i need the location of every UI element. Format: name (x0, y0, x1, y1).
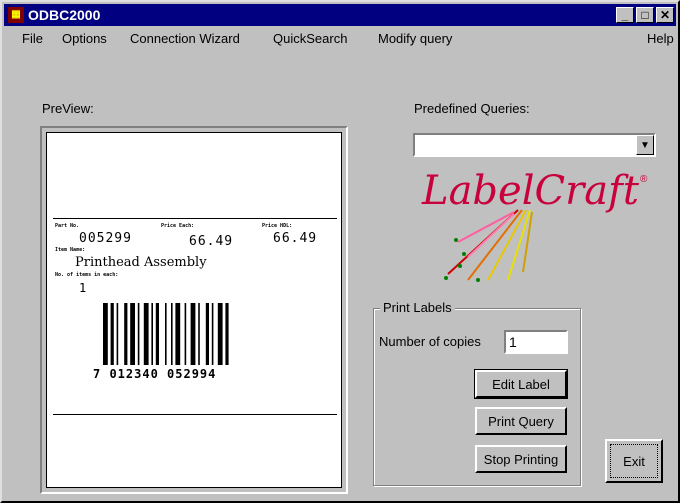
menu-connection-wizard[interactable]: Connection Wizard (130, 31, 240, 46)
main-window: ▦ ODBC2000 _ □ ✕ File Options Connection… (0, 0, 680, 503)
edit-label-button[interactable]: Edit Label (474, 369, 568, 399)
barcode-bar (151, 303, 153, 365)
barcode-bar (103, 303, 108, 365)
menu-file[interactable]: File (22, 31, 43, 46)
close-button[interactable]: ✕ (656, 7, 674, 23)
barcode-bar (165, 303, 167, 365)
exit-button[interactable]: Exit (605, 439, 663, 483)
logo-ray (467, 209, 523, 281)
logo-dot (462, 252, 466, 256)
barcode-bar (137, 303, 140, 365)
print-labels-title: Print Labels (380, 300, 455, 315)
print-query-button[interactable]: Print Query (475, 407, 567, 435)
price-hdl-value: 66.49 (273, 231, 318, 246)
item-name-value: Printhead Assembly (75, 255, 207, 270)
preview-canvas: Part No. Price Each: Price HDL: 005299 6… (46, 132, 342, 488)
preview-panel: Part No. Price Each: Price HDL: 005299 6… (40, 126, 348, 494)
close-icon: ✕ (659, 8, 671, 22)
predefined-queries-select[interactable]: ▼ (413, 133, 656, 157)
barcode-bar (124, 303, 128, 365)
barcode-bar (205, 303, 209, 365)
copies-input[interactable]: 1 (504, 330, 568, 354)
menu-help[interactable]: Help (647, 31, 674, 46)
barcode-bar (198, 303, 200, 365)
barcode-text: 7 012340 052994 (93, 367, 217, 381)
minimize-button[interactable]: _ (616, 7, 634, 23)
no-items-title: No. of items in each: (55, 272, 119, 278)
labelcraft-logo: LabelCraft ® (421, 168, 648, 282)
part-no-value: 005299 (79, 231, 132, 246)
no-items-value: 1 (79, 281, 87, 295)
barcode-bar (171, 303, 173, 365)
maximize-icon: □ (641, 8, 649, 22)
logo-registered-mark: ® (640, 174, 648, 185)
chevron-down-icon: ▼ (640, 139, 650, 151)
barcode-bar (130, 303, 135, 365)
menu-options[interactable]: Options (62, 31, 107, 46)
maximize-button[interactable]: □ (636, 7, 654, 23)
barcode-bar (190, 303, 196, 365)
minimize-icon: _ (621, 8, 629, 22)
barcode-bar (225, 303, 229, 365)
predefined-queries-label: Predefined Queries: (414, 101, 530, 116)
logo-dot (458, 264, 462, 268)
title-bar[interactable]: ▦ ODBC2000 _ □ ✕ (4, 4, 676, 26)
menu-bar: File Options Connection Wizard QuickSear… (4, 28, 676, 50)
barcode-bar (116, 303, 119, 365)
barcode-bar (211, 303, 214, 365)
logo-dot (454, 238, 458, 242)
barcode-bar (110, 303, 114, 365)
copies-label: Number of copies (379, 334, 481, 349)
logo-ray (457, 211, 515, 243)
logo-dot (444, 276, 448, 280)
label-preview: Part No. Price Each: Price HDL: 005299 6… (53, 218, 337, 415)
logo-dot (476, 278, 480, 282)
logo-text: LabelCraft (421, 168, 640, 214)
price-hdl-title: Price HDL: (262, 223, 293, 229)
price-each-title: Price Each: (161, 223, 195, 229)
app-icon[interactable]: ▦ (8, 7, 24, 23)
barcode-bar (155, 303, 159, 365)
menu-modify-query[interactable]: Modify query (378, 31, 452, 46)
part-no-title: Part No. (55, 223, 80, 229)
barcode-bar (143, 303, 149, 365)
dropdown-button[interactable]: ▼ (636, 135, 654, 155)
menu-quicksearch[interactable]: QuickSearch (273, 31, 347, 46)
barcode-bar (175, 303, 181, 365)
barcode-bar (184, 303, 187, 365)
barcode-bar (217, 303, 223, 365)
preview-label: PreView: (42, 101, 94, 116)
price-each-value: 66.49 (189, 234, 234, 249)
item-name-title: Item Name: (55, 247, 86, 253)
window-title: ODBC2000 (28, 7, 101, 23)
stop-printing-button[interactable]: Stop Printing (475, 445, 567, 473)
